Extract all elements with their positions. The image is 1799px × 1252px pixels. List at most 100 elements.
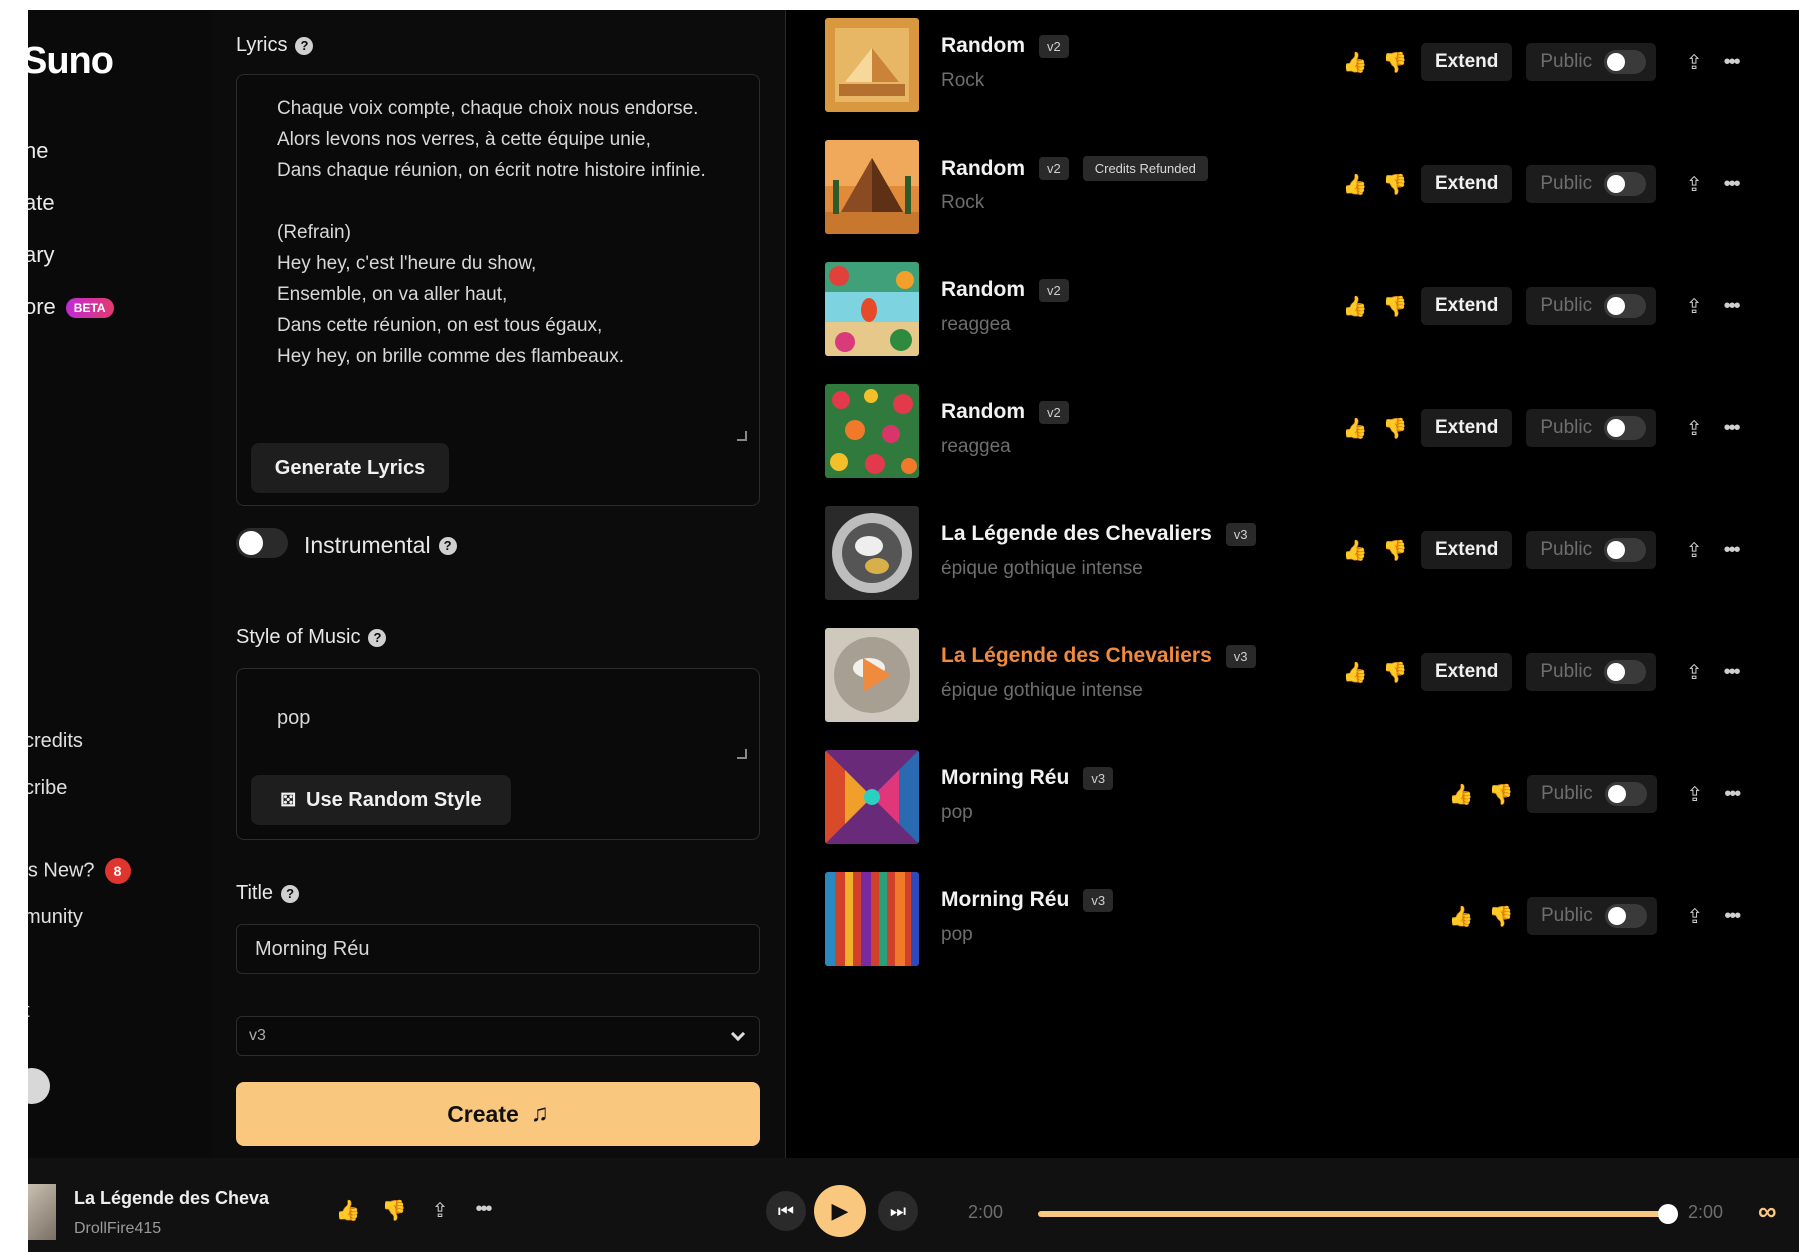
song-title[interactable]: Random <box>941 34 1025 58</box>
play-button[interactable]: ▶ <box>814 1185 866 1237</box>
song-title[interactable]: Morning Réu <box>941 766 1069 790</box>
thumbs-up-icon[interactable]: 👍 <box>328 1198 368 1223</box>
more-icon[interactable]: ••• <box>1714 417 1748 440</box>
title-input[interactable]: Morning Réu <box>236 924 760 974</box>
share-icon[interactable]: ⇪ <box>1674 294 1714 319</box>
resize-handle-icon[interactable] <box>737 431 747 441</box>
song-cover[interactable] <box>825 18 919 112</box>
public-toggle[interactable]: Public <box>1527 897 1657 935</box>
thumbs-down-icon[interactable]: 👎 <box>1375 416 1415 441</box>
thumbs-up-icon[interactable]: 👍 <box>1335 172 1375 197</box>
song-row[interactable]: Random v2 reaggea 👍 👎 Extend Public ⇪ ••… <box>787 258 1799 358</box>
thumbs-up-icon[interactable]: 👍 <box>1335 294 1375 319</box>
thumbs-down-icon[interactable]: 👎 <box>1375 294 1415 319</box>
song-cover[interactable] <box>825 140 919 234</box>
song-cover[interactable] <box>825 750 919 844</box>
nav-library[interactable]: ary <box>28 242 55 268</box>
more-icon[interactable]: ••• <box>1714 51 1748 74</box>
share-icon[interactable]: ⇪ <box>1675 904 1715 929</box>
thumbs-up-icon[interactable]: 👍 <box>1441 782 1481 807</box>
song-cover[interactable] <box>825 506 919 600</box>
instrumental-toggle[interactable] <box>236 528 288 558</box>
nav-home[interactable]: ne <box>28 138 48 164</box>
more-icon[interactable]: ••• <box>1714 539 1748 562</box>
subscribe-link[interactable]: cribe <box>28 777 67 800</box>
public-toggle[interactable]: Public <box>1526 409 1657 447</box>
loop-icon[interactable]: ∞ <box>1758 1196 1777 1227</box>
player-cover[interactable] <box>28 1184 56 1240</box>
thumbs-up-icon[interactable]: 👍 <box>1335 50 1375 75</box>
public-toggle[interactable]: Public <box>1526 287 1657 325</box>
logo[interactable]: Suno <box>28 40 114 83</box>
credits-link[interactable]: credits <box>28 730 83 753</box>
help-icon[interactable]: ? <box>368 628 387 647</box>
share-icon[interactable]: ⇪ <box>1674 50 1714 75</box>
thumbs-up-icon[interactable]: 👍 <box>1335 416 1375 441</box>
extend-button[interactable]: Extend <box>1421 653 1513 691</box>
progress-bar[interactable] <box>1038 1211 1666 1217</box>
song-cover[interactable] <box>825 872 919 966</box>
song-row[interactable]: La Légende des Chevaliers v3 épique goth… <box>787 502 1799 602</box>
player-artist[interactable]: DrollFire415 <box>74 1220 161 1238</box>
lyrics-textarea[interactable]: Chaque voix compte, chaque choix nous en… <box>277 93 717 372</box>
random-style-button[interactable]: ⚄ Use Random Style <box>251 775 511 825</box>
share-icon[interactable]: ⇪ <box>1674 660 1714 685</box>
create-button[interactable]: Create ♫ <box>236 1082 760 1146</box>
previous-icon[interactable]: ⏮ <box>766 1191 806 1231</box>
share-icon[interactable]: ⇪ <box>1675 782 1715 807</box>
thumbs-down-icon[interactable]: 👎 <box>1375 660 1415 685</box>
song-row[interactable]: Random v2 Rock 👍 👎 Extend Public ⇪ ••• <box>787 14 1799 114</box>
extend-button[interactable]: Extend <box>1421 43 1513 81</box>
song-row[interactable]: Random v2 reaggea 👍 👎 Extend Public ⇪ ••… <box>787 380 1799 480</box>
more-icon[interactable]: ••• <box>1714 661 1748 684</box>
thumbs-down-icon[interactable]: 👎 <box>1375 50 1415 75</box>
extend-button[interactable]: Extend <box>1421 287 1513 325</box>
thumbs-down-icon[interactable]: 👎 <box>374 1198 414 1223</box>
style-input[interactable]: pop <box>277 707 310 730</box>
more-icon[interactable]: ••• <box>1714 173 1748 196</box>
song-cover[interactable] <box>825 384 919 478</box>
help-icon[interactable]: ? <box>281 884 300 903</box>
share-icon[interactable]: ⇪ <box>420 1198 460 1223</box>
whats-new-link[interactable]: 's New? 8 <box>28 858 131 884</box>
thumbs-up-icon[interactable]: 👍 <box>1335 660 1375 685</box>
song-row[interactable]: Random v2 Credits Refunded Rock 👍 👎 Exte… <box>787 136 1799 236</box>
thumbs-down-icon[interactable]: 👎 <box>1481 904 1521 929</box>
song-title[interactable]: Random <box>941 278 1025 302</box>
public-toggle[interactable]: Public <box>1527 775 1657 813</box>
public-toggle[interactable]: Public <box>1526 43 1657 81</box>
share-icon[interactable]: ⇪ <box>1674 538 1714 563</box>
help-icon[interactable]: ? <box>295 36 314 55</box>
community-link[interactable]: munity <box>28 906 83 929</box>
thumbs-up-icon[interactable]: 👍 <box>1441 904 1481 929</box>
song-row[interactable]: Morning Réu v3 pop 👍 👎 Public ⇪ ••• <box>787 868 1799 968</box>
sidebar-extra-link[interactable]: t <box>28 1000 30 1023</box>
thumbs-down-icon[interactable]: 👎 <box>1375 172 1415 197</box>
song-title[interactable]: Random <box>941 400 1025 424</box>
nav-explore[interactable]: ore BETA <box>28 294 114 320</box>
more-icon[interactable]: ••• <box>466 1198 500 1223</box>
more-icon[interactable]: ••• <box>1714 295 1748 318</box>
song-row[interactable]: Morning Réu v3 pop 👍 👎 Public ⇪ ••• <box>787 746 1799 846</box>
thumbs-down-icon[interactable]: 👎 <box>1481 782 1521 807</box>
generate-lyrics-button[interactable]: Generate Lyrics <box>251 443 449 493</box>
public-toggle[interactable]: Public <box>1526 531 1657 569</box>
thumbs-up-icon[interactable]: 👍 <box>1335 538 1375 563</box>
extend-button[interactable]: Extend <box>1421 409 1513 447</box>
song-cover[interactable] <box>825 262 919 356</box>
extend-button[interactable]: Extend <box>1421 531 1513 569</box>
song-cover[interactable] <box>825 628 919 722</box>
avatar[interactable] <box>28 1068 50 1104</box>
song-row-active[interactable]: La Légende des Chevaliers v3 épique goth… <box>787 624 1799 724</box>
next-icon[interactable]: ⏭ <box>878 1191 918 1231</box>
model-select[interactable]: v3 <box>236 1016 760 1056</box>
song-title[interactable]: La Légende des Chevaliers <box>941 644 1212 668</box>
public-toggle[interactable]: Public <box>1526 165 1657 203</box>
share-icon[interactable]: ⇪ <box>1674 416 1714 441</box>
nav-create[interactable]: ate <box>28 190 55 216</box>
player-title[interactable]: La Légende des Cheva <box>74 1188 269 1209</box>
more-icon[interactable]: ••• <box>1715 905 1749 928</box>
resize-handle-icon[interactable] <box>737 749 747 759</box>
progress-knob[interactable] <box>1658 1204 1678 1224</box>
song-title[interactable]: Random <box>941 157 1025 181</box>
